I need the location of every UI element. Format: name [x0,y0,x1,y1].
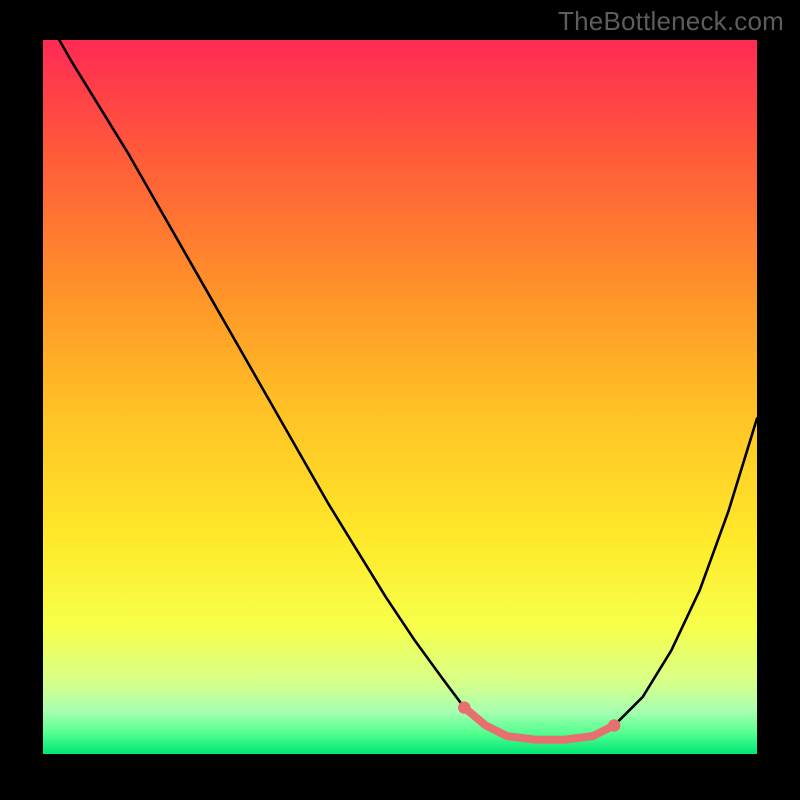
chart-frame: TheBottleneck.com [0,0,800,800]
optimal-marker-start [458,701,470,713]
optimal-marker-end [608,719,620,731]
watermark-text: TheBottleneck.com [558,6,784,37]
chart-background [43,40,757,754]
chart-plot [43,40,757,754]
